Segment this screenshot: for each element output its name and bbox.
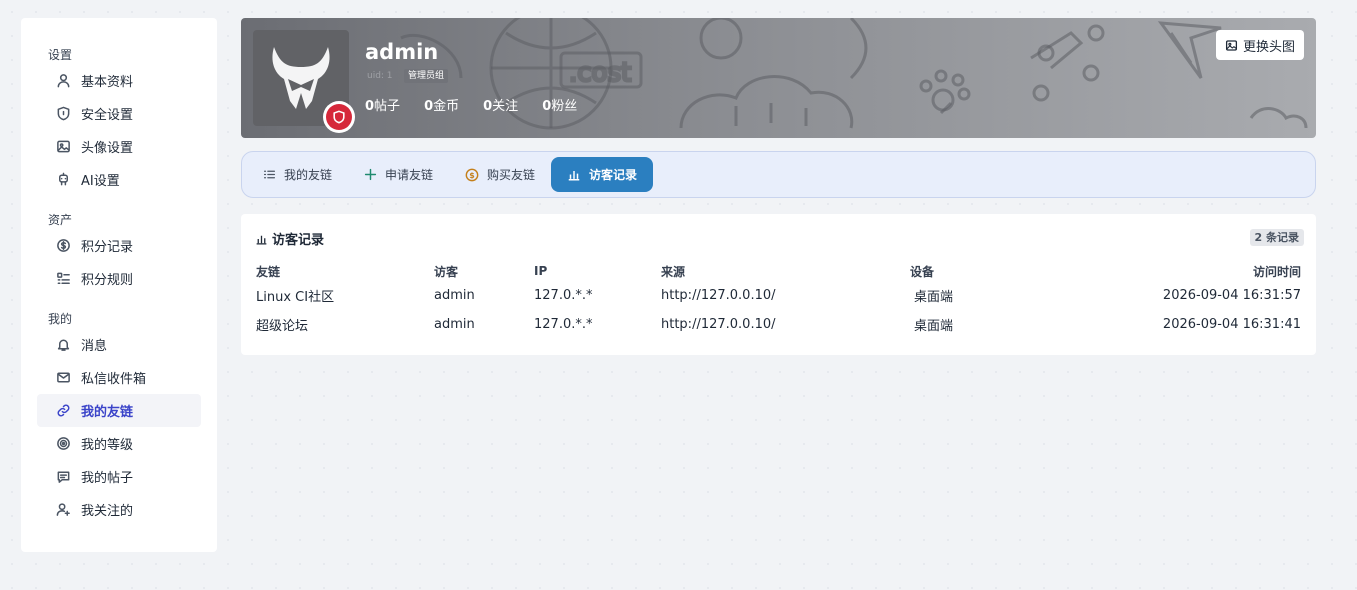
column-header-visit-time: 访问时间 xyxy=(1252,264,1301,279)
visitor-records-table: 友链 访客 IP 来源 设备 访问时间 Linux CI社区 admin 127… xyxy=(256,261,1301,339)
sidebar-item-label: 头像设置 xyxy=(81,141,134,156)
cell-device: 桌面端 xyxy=(914,319,954,334)
cell-visitor: admin xyxy=(434,288,475,303)
user-icon xyxy=(55,73,71,89)
sidebar-item-label: AI设置 xyxy=(81,174,120,189)
sidebar-heading-mine: 我的 xyxy=(48,312,73,326)
sidebar-item-label: 我的帖子 xyxy=(81,471,134,486)
cell-link[interactable]: Linux CI社区 xyxy=(256,281,434,310)
image-icon xyxy=(1225,39,1238,51)
change-cover-button[interactable]: 更换头图 xyxy=(1215,30,1304,60)
sidebar-item-label: 安全设置 xyxy=(81,108,134,123)
shield-icon xyxy=(55,106,71,122)
sidebar-item-points-record[interactable]: 积分记录 xyxy=(37,229,201,262)
bar-chart-icon xyxy=(567,168,581,181)
sidebar-item-label: 我的等级 xyxy=(81,438,134,453)
sidebar-item-following[interactable]: 我关注的 xyxy=(37,493,201,526)
link-icon xyxy=(55,403,71,419)
card-title: 访客记录 xyxy=(255,229,324,248)
mail-icon xyxy=(55,370,71,386)
sidebar-item-messages[interactable]: 消息 xyxy=(37,328,201,361)
tab-visitor-records[interactable]: 访客记录 xyxy=(551,157,654,192)
sidebar-heading-settings: 设置 xyxy=(48,48,73,62)
cell-visitor: admin xyxy=(434,317,475,332)
banner-doodle-text: .cost xyxy=(569,58,631,88)
sidebar-item-points-rules[interactable]: 积分规则 xyxy=(37,262,201,295)
tab-buy-link[interactable]: $ 购买友链 xyxy=(449,157,551,192)
stat-followers[interactable]: 0粉丝 xyxy=(542,95,577,114)
sidebar-item-ai-settings[interactable]: AI设置 xyxy=(37,163,201,196)
plus-icon xyxy=(364,168,377,181)
role-badge: 管理员组 xyxy=(404,69,449,83)
sidebar-item-my-posts[interactable]: 我的帖子 xyxy=(37,460,201,493)
bell-icon xyxy=(55,337,71,353)
change-cover-label: 更换头图 xyxy=(1242,39,1295,55)
sidebar: 设置 基本资料 安全设置 头像设置 AI设置 资产 积分记录 积分规则 我的 消… xyxy=(21,18,217,552)
cell-visit-time: 2026-09-04 16:31:57 xyxy=(1162,288,1301,303)
cell-device: 桌面端 xyxy=(914,290,954,305)
banner-doodle-background: .cost xyxy=(400,18,1308,130)
sidebar-item-label: 我关注的 xyxy=(81,504,134,519)
column-header-source: 来源 xyxy=(661,264,686,279)
sidebar-item-avatar[interactable]: 头像设置 xyxy=(37,130,201,163)
user-plus-icon xyxy=(55,502,71,518)
comment-icon xyxy=(55,469,71,485)
list-icon xyxy=(263,168,276,181)
cell-source[interactable]: http://127.0.0.10/ xyxy=(661,281,910,310)
column-header-link: 友链 xyxy=(256,264,281,279)
cell-link[interactable]: 超级论坛 xyxy=(256,310,434,339)
column-header-ip: IP xyxy=(534,264,548,278)
level-icon xyxy=(55,436,71,452)
table-row: 超级论坛 admin 127.0.*.* http://127.0.0.10/ … xyxy=(256,310,1301,339)
coin-icon xyxy=(55,238,71,254)
stat-posts[interactable]: 0帖子 xyxy=(365,95,400,114)
shield-badge-icon xyxy=(333,110,345,124)
link-tabs: 我的友链 申请友链 $ 购买友链 访客记录 xyxy=(241,151,1316,198)
bar-chart-icon xyxy=(256,235,267,245)
tab-my-links[interactable]: 我的友链 xyxy=(247,157,348,192)
svg-text:$: $ xyxy=(469,171,474,180)
column-header-device: 设备 xyxy=(910,264,935,279)
profile-stats: 0帖子 0金币 0关注 0粉丝 xyxy=(365,95,577,114)
list-icon xyxy=(55,271,71,287)
record-count-badge: 2 条记录 xyxy=(1249,229,1304,246)
admin-badge xyxy=(323,101,355,133)
column-header-visitor: 访客 xyxy=(434,264,459,279)
cell-source[interactable]: http://127.0.0.10/ xyxy=(661,310,910,339)
robot-icon xyxy=(55,172,71,188)
image-icon xyxy=(55,139,71,155)
sidebar-item-security[interactable]: 安全设置 xyxy=(37,97,201,130)
cell-ip: 127.0.*.* xyxy=(534,288,593,303)
helmet-logo-icon xyxy=(272,47,330,109)
sidebar-item-basic-info[interactable]: 基本资料 xyxy=(37,64,201,97)
sidebar-heading-assets: 资产 xyxy=(48,213,73,227)
cell-ip: 127.0.*.* xyxy=(534,317,593,332)
profile-username: admin xyxy=(365,40,439,64)
sidebar-item-label: 积分规则 xyxy=(81,273,134,288)
profile-uid: uid: 1 xyxy=(367,71,393,81)
stat-following[interactable]: 0关注 xyxy=(483,95,518,114)
sidebar-item-label: 私信收件箱 xyxy=(81,372,147,387)
sidebar-item-my-level[interactable]: 我的等级 xyxy=(37,427,201,460)
tab-apply-link[interactable]: 申请友链 xyxy=(348,157,449,192)
profile-banner: .cost admin uid: 1 管理员组 0帖子 0金币 0关注 0粉丝 xyxy=(241,18,1316,138)
sidebar-item-label: 消息 xyxy=(81,339,108,354)
sidebar-item-inbox[interactable]: 私信收件箱 xyxy=(37,361,201,394)
table-row: Linux CI社区 admin 127.0.*.* http://127.0.… xyxy=(256,281,1301,310)
visitor-records-card: 访客记录 2 条记录 友链 访客 IP 来源 设备 访问时间 Linux CI社… xyxy=(241,214,1316,355)
sidebar-item-my-links[interactable]: 我的友链 xyxy=(37,394,201,427)
sidebar-item-label: 基本资料 xyxy=(81,75,134,90)
stat-coins[interactable]: 0金币 xyxy=(424,95,459,114)
cell-visit-time: 2026-09-04 16:31:41 xyxy=(1162,317,1301,332)
dollar-icon: $ xyxy=(465,168,479,182)
table-header-row: 友链 访客 IP 来源 设备 访问时间 xyxy=(256,261,1301,281)
sidebar-item-label: 积分记录 xyxy=(81,240,134,255)
sidebar-item-label: 我的友链 xyxy=(81,405,134,420)
